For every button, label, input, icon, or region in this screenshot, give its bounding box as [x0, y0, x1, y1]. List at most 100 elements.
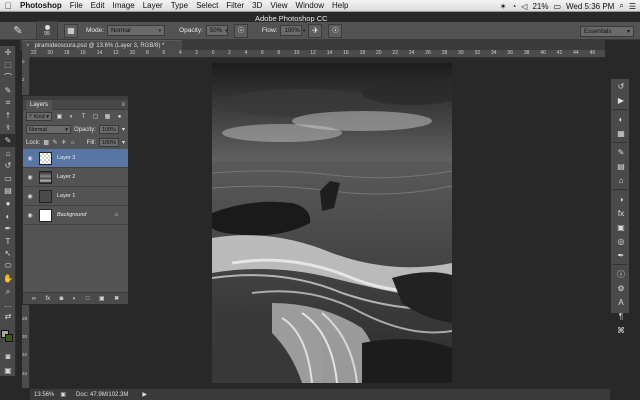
adjustment-layer-icon[interactable]: ◐ — [73, 296, 77, 302]
clock[interactable]: Wed 5:36 PM — [566, 2, 614, 11]
filter-pixel-icon[interactable]: ▣ — [55, 112, 64, 121]
ruler-origin[interactable] — [22, 50, 30, 58]
close-icon[interactable]: × — [26, 43, 30, 49]
menu-image[interactable]: Image — [108, 1, 138, 10]
layer-row-layer-3[interactable]: ◉ Layer 3 — [23, 149, 128, 168]
document-tab[interactable]: × piramideoscura.psd @ 13.6% (Layer 3, R… — [22, 40, 182, 50]
blur-tool[interactable]: ● — [0, 197, 16, 210]
eye-icon[interactable]: ◉ — [23, 155, 37, 162]
paragraph-icon[interactable]: ¶ — [611, 309, 631, 323]
quick-mask-button[interactable]: ◙ — [0, 350, 16, 363]
eyedropper-tool[interactable]: † — [0, 109, 16, 122]
status-menu-arrow-icon[interactable]: ▶ — [142, 391, 147, 398]
path-select-tool[interactable]: ↖ — [0, 248, 16, 261]
flow-input[interactable]: 100% ▾ — [280, 25, 305, 36]
brush-tool-preset[interactable]: ✎ — [4, 21, 32, 41]
glyphs-icon[interactable]: ⌘ — [611, 323, 631, 337]
move-tool[interactable]: ✛ — [0, 46, 16, 59]
eye-icon[interactable]: ◉ — [23, 212, 37, 219]
healing-brush-tool[interactable]: ⚕ — [0, 122, 16, 135]
menu-filter[interactable]: Filter — [222, 1, 248, 10]
menu-type[interactable]: Type — [167, 1, 192, 10]
mode-select[interactable]: Normal ▾ — [107, 25, 166, 36]
filter-adjustment-icon[interactable]: ◐ — [67, 112, 76, 121]
layer-name[interactable]: Layer 2 — [57, 174, 75, 180]
channels-icon[interactable]: ◎ — [611, 234, 631, 248]
trash-icon[interactable]: ✖ — [114, 295, 119, 302]
info-icon[interactable]: ⓘ — [611, 267, 631, 281]
filter-type-icon[interactable]: T — [79, 112, 88, 121]
pressure-size-toggle[interactable]: ☉ — [328, 23, 343, 38]
opacity-input[interactable]: 50% ▾ — [205, 25, 228, 36]
lock-image-icon[interactable]: ✎ — [52, 138, 58, 147]
screen-mode-button[interactable]: ▣ — [0, 364, 16, 377]
eye-icon[interactable]: ◉ — [23, 193, 37, 200]
battery-level[interactable]: 21% — [532, 2, 548, 11]
menu-photoshop[interactable]: Photoshop — [16, 1, 66, 10]
menu-3d[interactable]: 3D — [248, 1, 266, 10]
pressure-opacity-toggle[interactable]: ☉ — [233, 23, 248, 38]
fill-input[interactable]: 100% — [99, 138, 119, 147]
styles-icon[interactable]: fx — [611, 206, 631, 220]
horizontal-ruler[interactable]: 22 20 18 16 14 12 10 8 6 4 2 0 2 4 6 8 10 12 14 16 18 20 22 24 2… — [30, 50, 605, 58]
more-tools[interactable]: … — [0, 298, 16, 311]
gradient-tool[interactable]: ▤ — [0, 185, 16, 198]
layer-row-layer-2[interactable]: ◉ Layer 2 — [23, 168, 128, 187]
zoom-level[interactable]: 13.56% — [34, 392, 54, 398]
spotlight-icon[interactable]: ⌕ — [619, 1, 623, 11]
lasso-tool[interactable]: ⌒ — [0, 71, 16, 84]
lock-position-icon[interactable]: ✛ — [61, 138, 67, 147]
brush-tool[interactable]: ✎ — [0, 134, 16, 147]
blend-mode-select[interactable]: Normal ▾ — [26, 125, 71, 134]
brush-size-picker[interactable]: 95 — [36, 20, 58, 41]
menu-view[interactable]: View — [266, 1, 291, 10]
eye-icon[interactable]: ◉ — [23, 174, 37, 181]
eraser-tool[interactable]: ▭ — [0, 172, 16, 185]
clone-stamp-tool[interactable]: ⌂ — [0, 147, 16, 160]
workspace-select[interactable]: Essentials ▾ — [580, 26, 634, 37]
wifi-icon[interactable]: ◔ — [511, 2, 516, 11]
character-icon[interactable]: A — [611, 295, 631, 309]
adjustments-icon[interactable]: ◑ — [611, 192, 631, 206]
marquee-tool[interactable]: ⬚ — [0, 59, 16, 72]
apple-icon[interactable]:  — [0, 1, 16, 11]
add-mask-icon[interactable]: ◙ — [60, 296, 64, 302]
hand-tool[interactable]: ✋ — [0, 273, 16, 286]
bluetooth-icon[interactable]: ✶ — [500, 2, 507, 11]
lock-all-icon[interactable]: ⌂ — [70, 138, 76, 147]
notification-center-icon[interactable]: ☰ — [629, 2, 636, 11]
history-brush-tool[interactable]: ↺ — [0, 159, 16, 172]
layer-name[interactable]: Background — [57, 212, 86, 218]
layers-icon[interactable]: ▣ — [611, 220, 631, 234]
history-icon[interactable]: ↺ — [611, 79, 631, 93]
zoom-tool[interactable]: ⌕ — [0, 285, 16, 298]
layer-row-background[interactable]: ◉ Background ⌂ — [23, 206, 128, 225]
clone-source-icon[interactable]: ⌂ — [611, 173, 631, 187]
filter-shape-icon[interactable]: ▢ — [91, 112, 100, 121]
lock-icon[interactable]: ⌂ — [114, 212, 118, 218]
filter-kind-select[interactable]: ⌕ Kind ▾ — [26, 112, 52, 121]
new-group-icon[interactable]: □ — [86, 296, 90, 302]
chevron-down-icon[interactable]: ▾ — [122, 126, 125, 133]
airbrush-toggle[interactable]: ✈ — [308, 23, 323, 38]
properties-icon[interactable]: ⚙ — [611, 281, 631, 295]
menu-select[interactable]: Select — [192, 1, 222, 10]
tab-layers[interactable]: Layers — [26, 99, 53, 110]
chevron-down-icon[interactable]: ▾ — [122, 139, 125, 146]
layer-name[interactable]: Layer 1 — [57, 193, 75, 199]
link-layers-icon[interactable]: ∞ — [32, 296, 36, 302]
crop-tool[interactable]: ⌗ — [0, 96, 16, 109]
color-icon[interactable]: ◐ — [611, 112, 631, 126]
menu-edit[interactable]: Edit — [87, 1, 109, 10]
menu-layer[interactable]: Layer — [139, 1, 167, 10]
pen-tool[interactable]: ✒ — [0, 222, 16, 235]
swatches-icon[interactable]: ▦ — [611, 126, 631, 140]
share-icon[interactable]: ▣ — [60, 391, 66, 398]
filter-toggle-icon[interactable]: ● — [115, 112, 124, 121]
menu-file[interactable]: File — [66, 1, 87, 10]
default-colors[interactable]: ⇄ — [0, 310, 16, 323]
layer-opacity-input[interactable]: 100% — [98, 125, 119, 134]
filter-smart-object-icon[interactable]: ▦ — [103, 112, 112, 121]
brush-presets-icon[interactable]: ▤ — [611, 159, 631, 173]
panel-menu-icon[interactable]: ≡ — [121, 102, 125, 108]
